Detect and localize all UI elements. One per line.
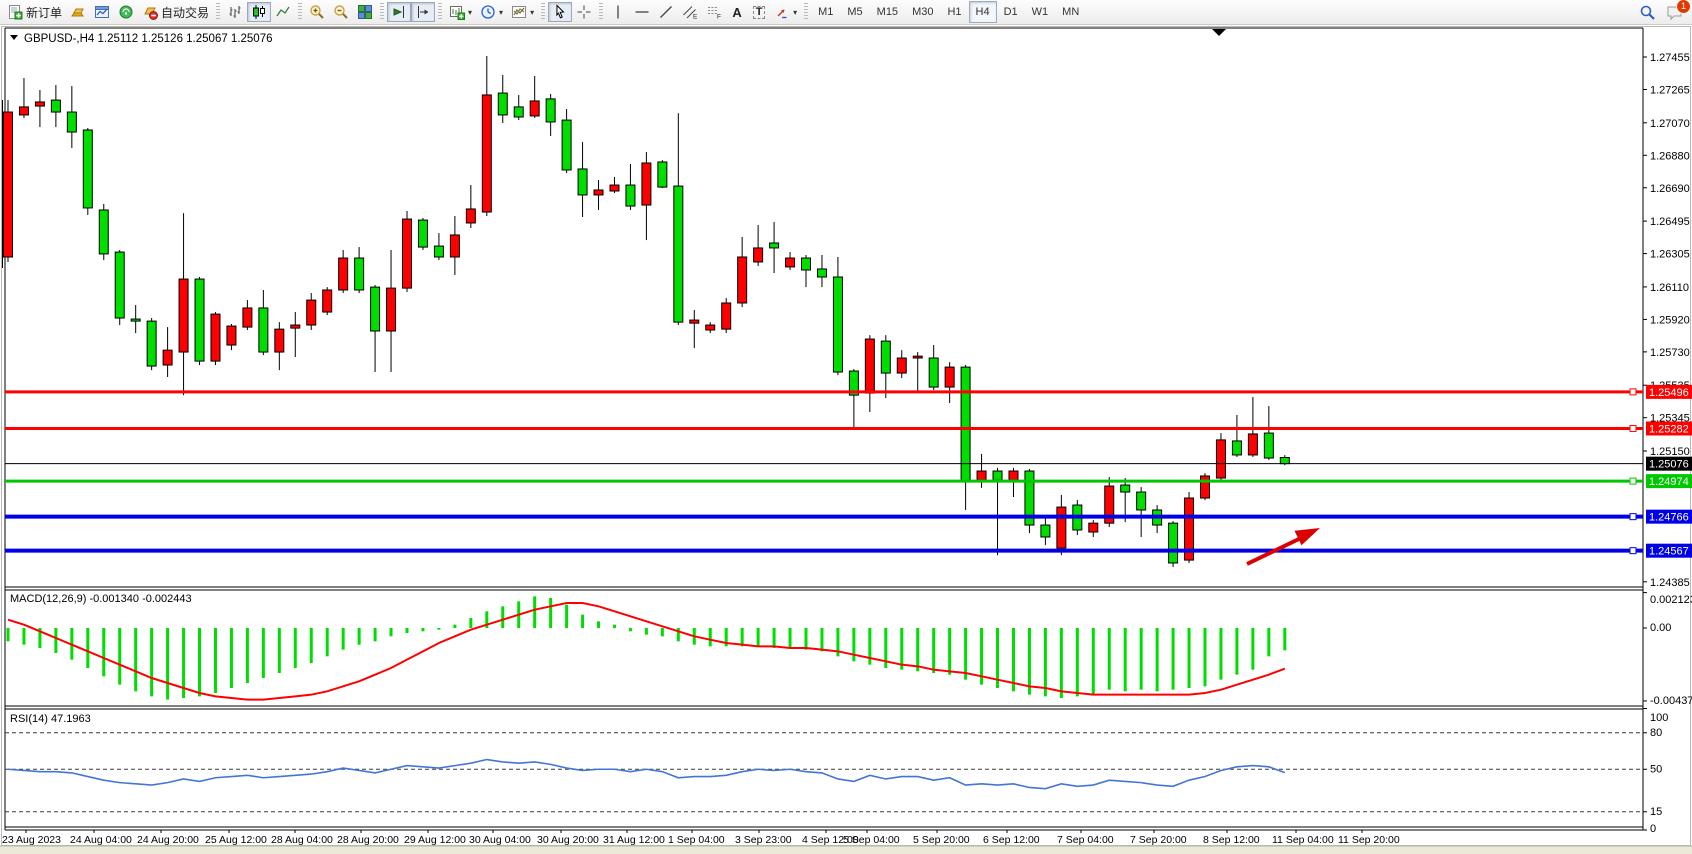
svg-text:RSI(14) 47.1963: RSI(14) 47.1963 [10,713,91,725]
svg-text:7 Sep 20:00: 7 Sep 20:00 [1130,834,1187,846]
svg-text:24 Aug 04:00: 24 Aug 04:00 [70,834,132,846]
svg-text:1.24385: 1.24385 [1650,577,1690,589]
svg-text:0.00: 0.00 [1650,622,1671,634]
hline-handle[interactable] [1630,389,1636,395]
svg-text:6 Sep 12:00: 6 Sep 12:00 [983,834,1040,846]
svg-text:1.26110: 1.26110 [1650,282,1689,294]
svg-text:11 Sep 20:00: 11 Sep 20:00 [1338,834,1400,846]
svg-text:80: 80 [1650,727,1662,739]
hline-handle[interactable] [1630,478,1636,484]
svg-text:30 Aug 04:00: 30 Aug 04:00 [469,834,531,846]
svg-text:5 Sep 20:00: 5 Sep 20:00 [913,834,970,846]
svg-text:1.24766: 1.24766 [1649,512,1689,524]
svg-text:7 Sep 04:00: 7 Sep 04:00 [1057,834,1114,846]
svg-text:50: 50 [1650,763,1662,775]
hline-handle[interactable] [1630,425,1636,431]
window-bottom-strip [0,846,1692,854]
svg-text:15: 15 [1650,806,1662,818]
svg-text:3 Sep 23:00: 3 Sep 23:00 [735,834,792,846]
svg-text:1.25730: 1.25730 [1650,347,1690,359]
svg-text:1.25496: 1.25496 [1649,387,1689,399]
svg-text:1.26690: 1.26690 [1650,183,1690,195]
svg-text:30 Aug 20:00: 30 Aug 20:00 [537,834,599,846]
svg-text:23 Aug 2023: 23 Aug 2023 [2,834,61,846]
svg-text:GBPUSD-,H4 1.25112 1.25126 1.: GBPUSD-,H4 1.25112 1.25126 1.25067 1.250… [24,33,273,45]
svg-text:29 Aug 12:00: 29 Aug 12:00 [404,834,466,846]
chart-canvas[interactable]: 1.27455 1.27265 1.27070 1.26880 1.26690 1.264… [0,0,1692,854]
mt4-window: 新订单 [0,0,1692,854]
svg-text:28 Aug 04:00: 28 Aug 04:00 [271,834,333,846]
svg-text:MACD(12,26,9) -0.001340 -0.002: MACD(12,26,9) -0.001340 -0.002443 [10,593,192,605]
svg-text:1.27265: 1.27265 [1650,84,1690,96]
svg-text:28 Aug 20:00: 28 Aug 20:00 [337,834,399,846]
svg-text:1.25076: 1.25076 [1649,459,1689,471]
svg-text:1.26495: 1.26495 [1650,216,1690,228]
svg-text:-0.004378: -0.004378 [1650,695,1692,707]
svg-text:1.27070: 1.27070 [1650,118,1690,130]
svg-text:0: 0 [1650,823,1656,835]
svg-text:1.25920: 1.25920 [1650,314,1690,326]
svg-text:1.26305: 1.26305 [1650,249,1690,261]
svg-text:1.27455: 1.27455 [1650,52,1690,64]
svg-text:0.002123: 0.002123 [1650,594,1692,606]
svg-text:11 Sep 04:00: 11 Sep 04:00 [1272,834,1334,846]
svg-text:24 Aug 20:00: 24 Aug 20:00 [137,834,199,846]
svg-text:1.25150: 1.25150 [1650,446,1690,458]
svg-text:1.24974: 1.24974 [1649,476,1689,488]
svg-text:1.24567: 1.24567 [1649,546,1689,558]
svg-text:100: 100 [1650,712,1668,724]
svg-text:1.25282: 1.25282 [1649,423,1689,435]
svg-text:5 Sep 04:00: 5 Sep 04:00 [843,834,900,846]
svg-text:8 Sep 12:00: 8 Sep 12:00 [1203,834,1260,846]
hline-handle[interactable] [1630,514,1636,520]
svg-text:25 Aug 12:00: 25 Aug 12:00 [205,834,267,846]
svg-text:1 Sep 04:00: 1 Sep 04:00 [668,834,725,846]
hline-handle[interactable] [1630,548,1636,554]
svg-text:31 Aug 12:00: 31 Aug 12:00 [603,834,665,846]
svg-text:1.26880: 1.26880 [1650,150,1690,162]
